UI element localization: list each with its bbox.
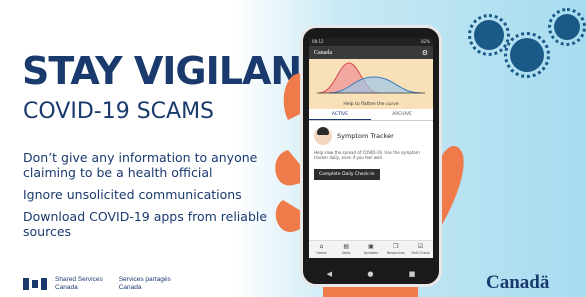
tab-active[interactable]: ACTIVE — [309, 109, 371, 120]
subheadline: COVID-19 SCAMS — [23, 99, 215, 124]
chart-icon: ▤ — [343, 243, 350, 250]
tab-bar: ACTIVE ARCHIVE — [309, 109, 433, 121]
daily-checkin-button[interactable]: Complete Daily Check-in — [314, 169, 380, 180]
tab-archive[interactable]: ARCHIVE — [371, 109, 433, 120]
phone-system-buttons: ◀ ● ■ — [309, 270, 433, 278]
nav-item-stats[interactable]: ▤ Stats — [334, 241, 359, 258]
department-signature: Shared Services Canada Services partagés… — [23, 276, 171, 292]
bottom-nav: ⌂ Home ▤ Stats ▣ Updates ❐ Resources ☑ Self-C… — [309, 240, 433, 258]
curve-caption: Help to flatten the curve — [343, 102, 399, 107]
book-icon: ❐ — [393, 243, 399, 250]
curve-card: Help to flatten the curve — [309, 59, 433, 109]
canada-wordmark: Canadä — [486, 272, 550, 293]
checklist-icon: ☑ — [417, 243, 424, 250]
nav-item-self-check[interactable]: ☑ Self-Check — [408, 241, 433, 258]
app-logo: Canada — [314, 49, 332, 56]
tip-item: Ignore unsolicited communications — [23, 187, 242, 202]
phone-screen: 08:12 82% Canada ⚙ Help to flatten the c… — [309, 38, 433, 258]
canada-flag-icon — [23, 278, 47, 290]
virus-icon — [504, 32, 550, 78]
gear-icon[interactable]: ⚙ — [422, 49, 428, 57]
tracker-description: Help slow the spread of COVID-19. Use th… — [314, 150, 420, 160]
dept-name-fr: Services partagés — [118, 276, 171, 283]
flatten-curve-chart — [317, 62, 425, 94]
news-icon: ▣ — [368, 243, 374, 250]
tip-item: Don’t give any information to anyone cla… — [23, 150, 258, 180]
nav-item-resources[interactable]: ❐ Resources — [383, 241, 408, 258]
tips-list: Don’t give any information to anyone cla… — [23, 150, 268, 246]
smartphone: 08:12 82% Canada ⚙ Help to flatten the c… — [300, 25, 442, 287]
nav-item-updates[interactable]: ▣ Updates — [359, 241, 384, 258]
status-battery: 82% — [421, 39, 430, 44]
symptom-tracker-card: Symptom Tracker Help slow the spread of … — [309, 121, 433, 186]
recents-icon[interactable]: ■ — [409, 270, 416, 278]
virus-icon — [468, 14, 510, 56]
status-bar: 08:12 82% — [309, 38, 433, 46]
home-icon: ⌂ — [319, 243, 324, 250]
home-button-icon[interactable]: ● — [367, 270, 373, 278]
virus-icon — [548, 8, 586, 46]
tip-item: Download COVID-19 apps from reliable sou… — [23, 209, 268, 239]
back-icon[interactable]: ◀ — [327, 270, 332, 278]
campaign-banner: STAY VIGILANT COVID-19 SCAMS Don’t give … — [0, 0, 586, 297]
nav-item-home[interactable]: ⌂ Home — [309, 241, 334, 258]
app-bar: Canada ⚙ — [309, 46, 433, 59]
avatar — [314, 127, 332, 145]
tracker-title: Symptom Tracker — [337, 132, 394, 140]
dept-name-en: Shared Services — [55, 276, 103, 283]
status-time: 08:12 — [312, 39, 324, 44]
